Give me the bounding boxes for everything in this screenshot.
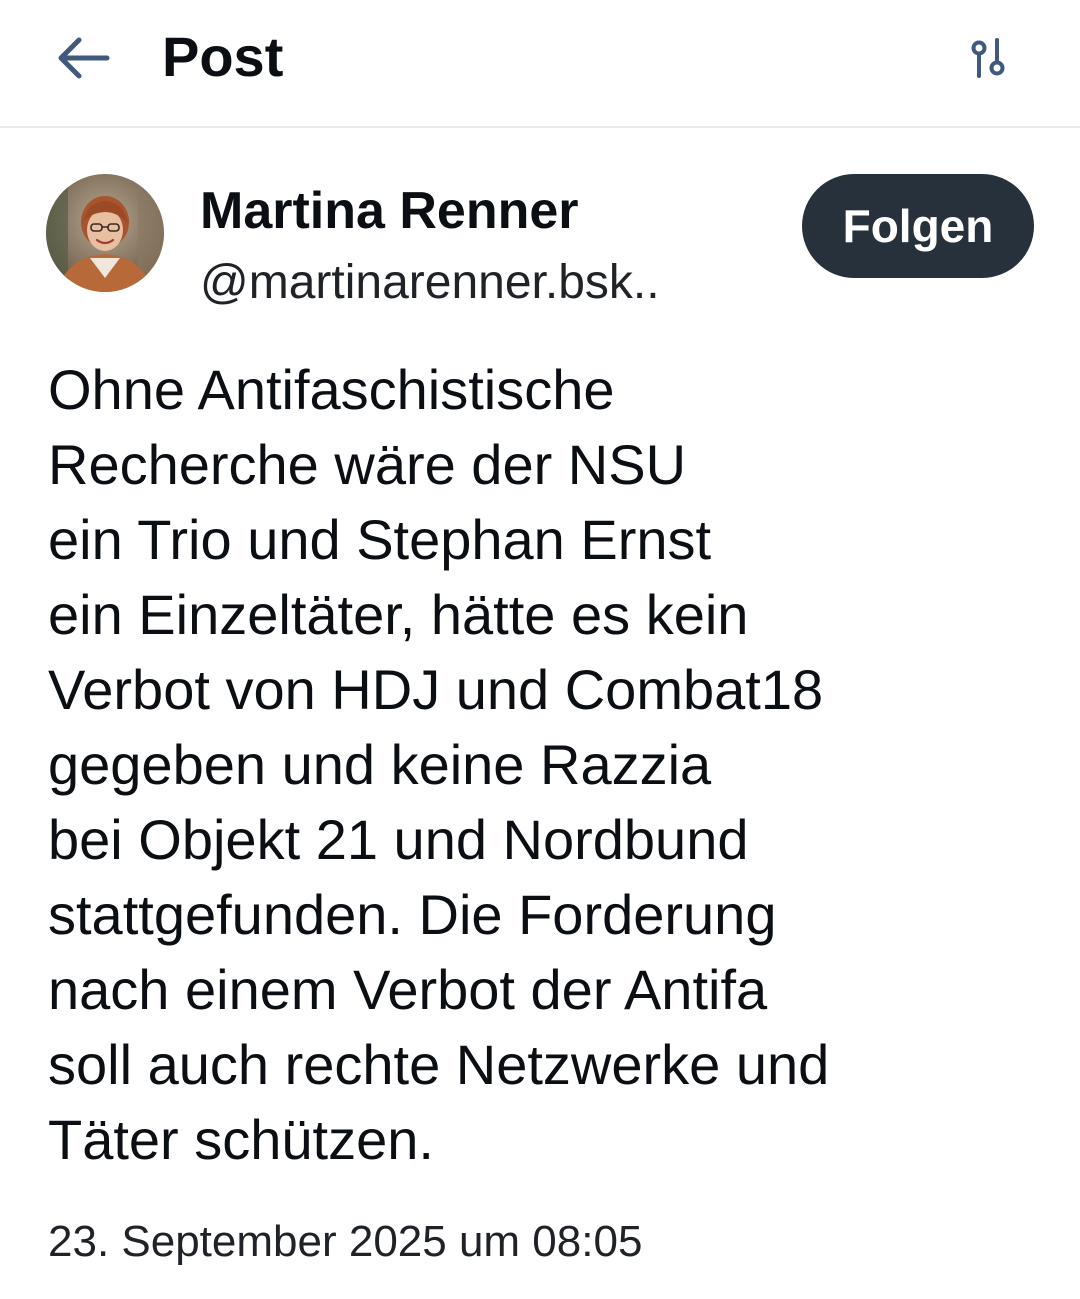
follow-button[interactable]: Folgen	[802, 174, 1034, 278]
post-timestamp: 23. September 2025 um 08:05	[48, 1217, 643, 1266]
post-body: Ohne Antifaschistische Recherche wäre de…	[48, 358, 830, 1171]
top-bar: Post	[0, 0, 1080, 128]
author-name[interactable]: Martina Renner	[200, 180, 579, 242]
author-photo	[46, 174, 164, 292]
settings-button[interactable]	[960, 30, 1016, 86]
back-button[interactable]	[50, 28, 116, 88]
arrow-left-icon	[58, 37, 110, 79]
page-title: Post	[162, 25, 284, 88]
author-handle[interactable]: @martinarenner.bsk..	[200, 254, 660, 312]
sliders-icon	[971, 38, 1005, 78]
avatar[interactable]	[46, 174, 164, 292]
